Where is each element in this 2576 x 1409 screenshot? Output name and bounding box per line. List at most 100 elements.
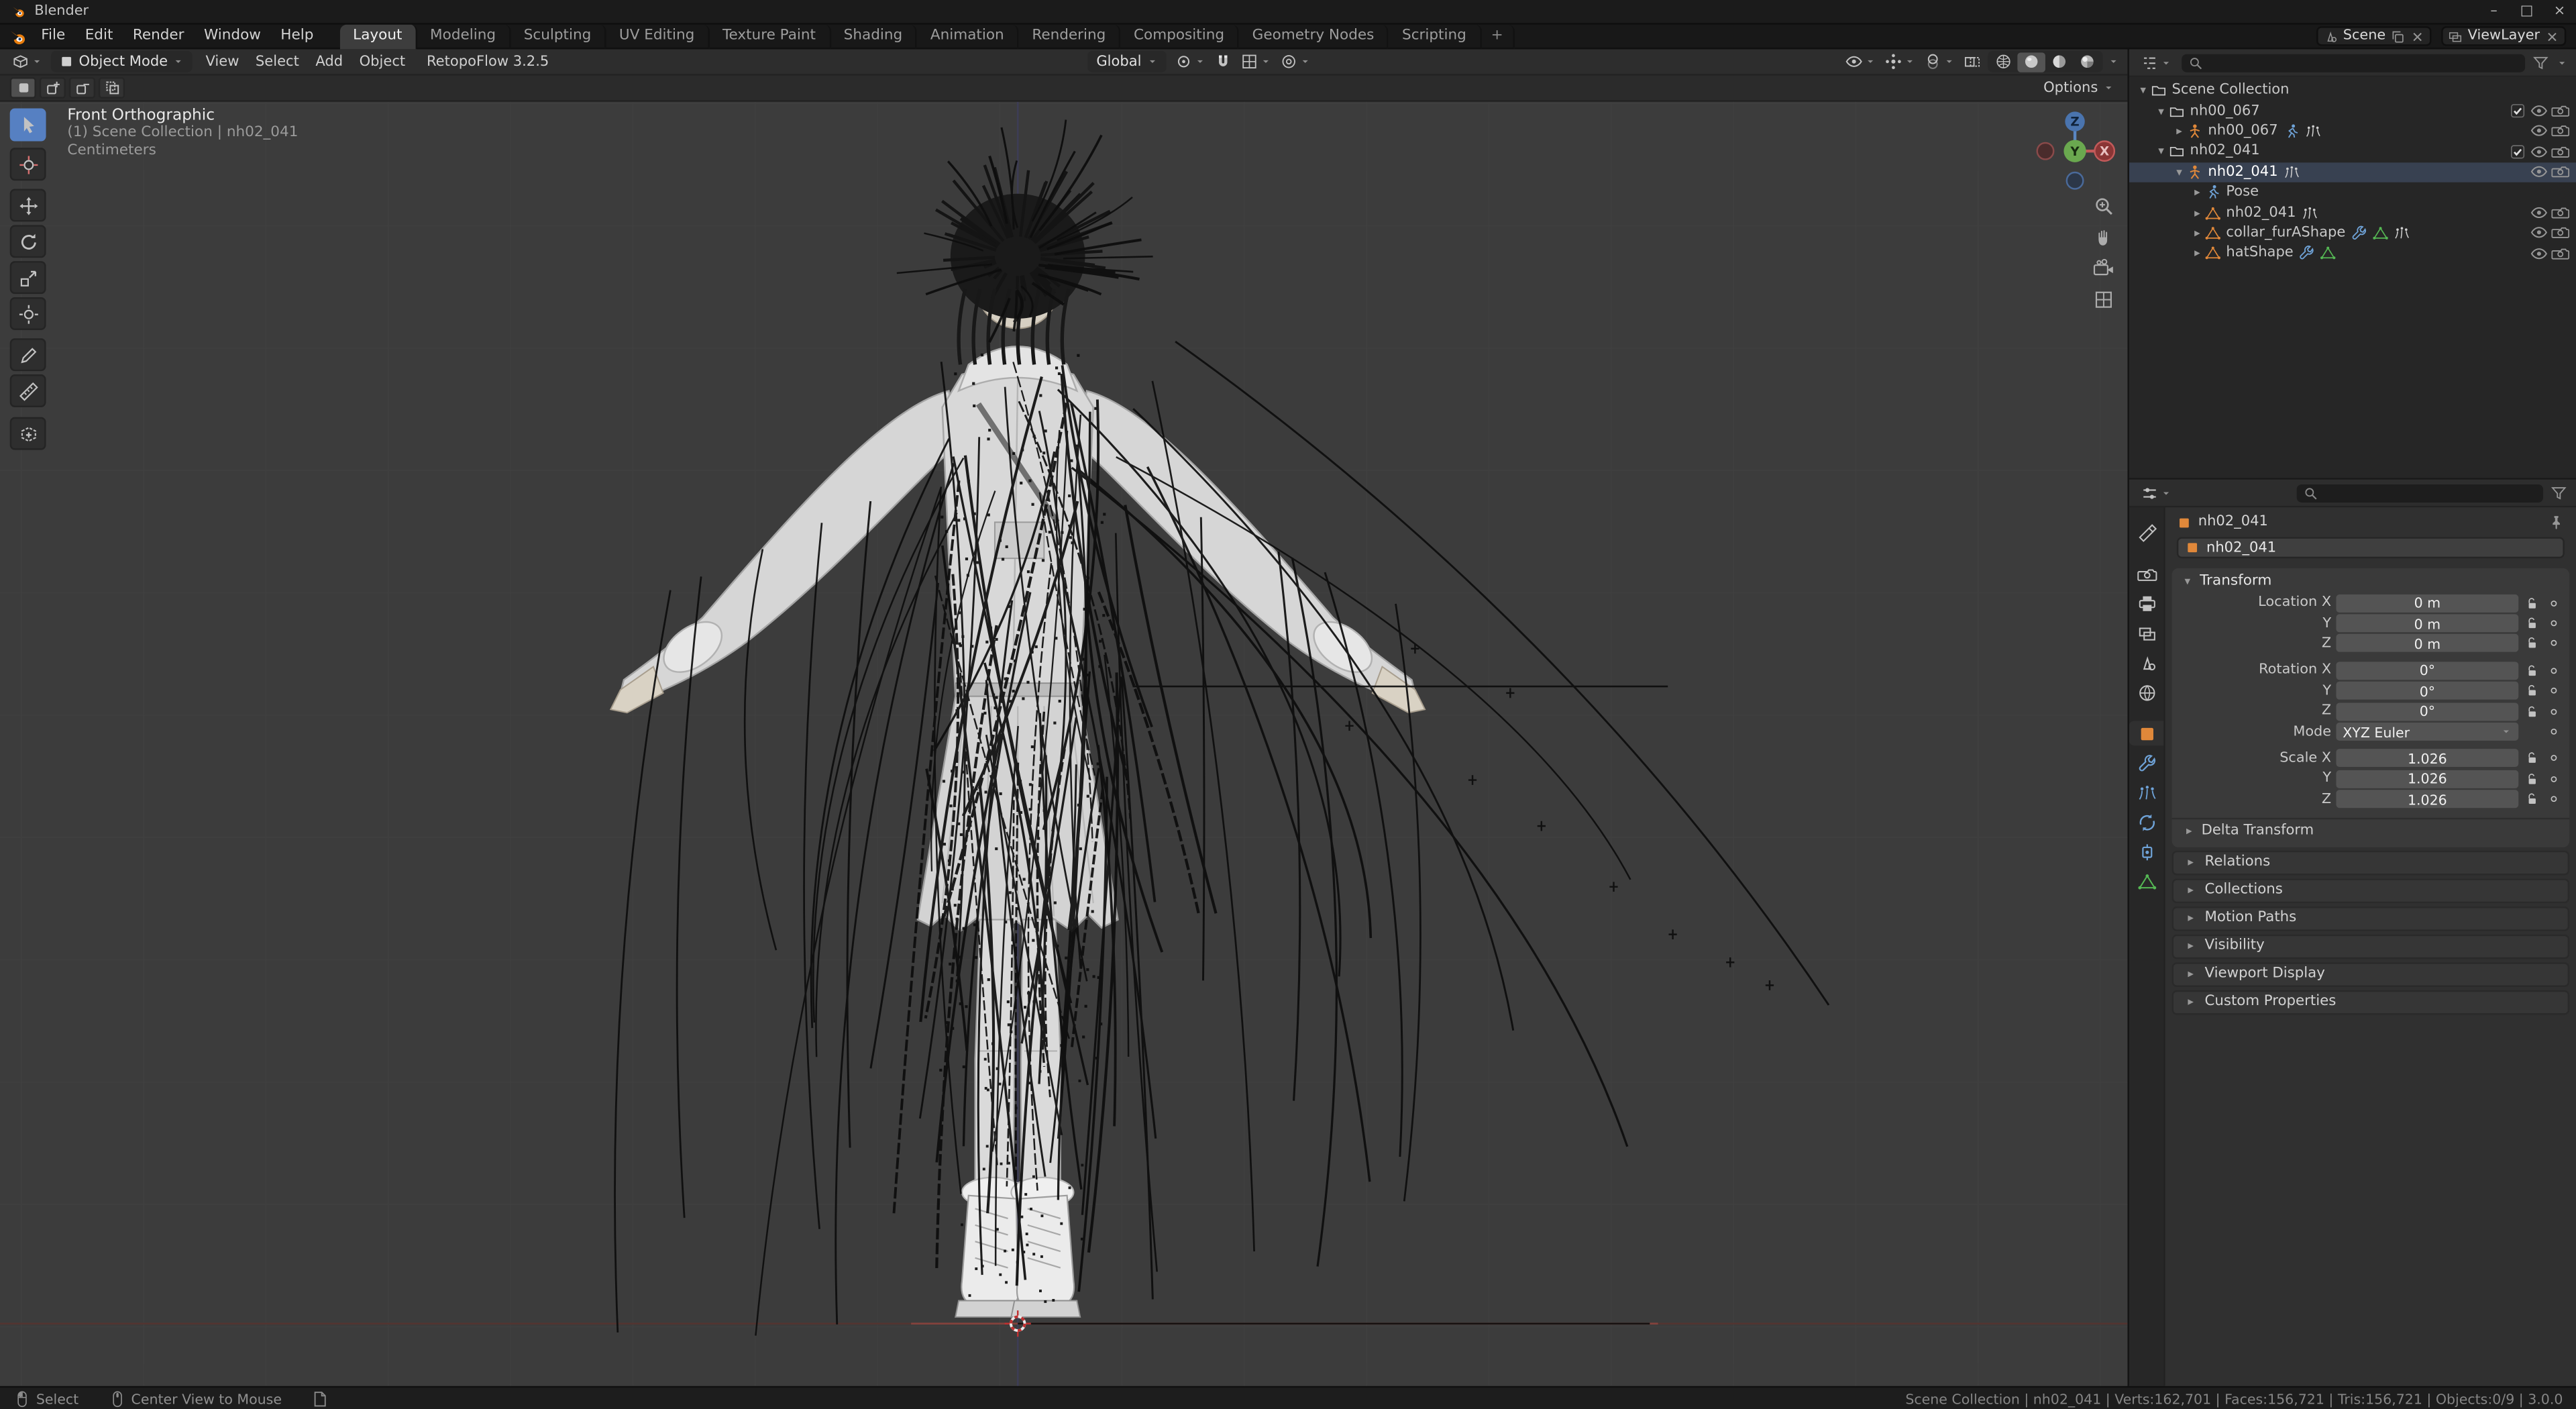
outliner-row[interactable]: ▸Pose — [2129, 182, 2576, 203]
overlays-toggle[interactable] — [1922, 52, 1956, 70]
viewport-menu-object[interactable]: Object — [351, 54, 413, 70]
collapse-icon[interactable]: ▾ — [2172, 166, 2187, 179]
animate-dot-icon[interactable] — [2546, 663, 2561, 678]
viewport-menu-view[interactable]: View — [197, 54, 247, 70]
viewlayer-selector[interactable]: ViewLayer — [2441, 26, 2566, 46]
properties-tab-constraints[interactable] — [2129, 839, 2163, 864]
select-invert-button[interactable] — [99, 77, 125, 99]
collapse-icon[interactable]: ▾ — [2136, 84, 2151, 97]
panel-visibility[interactable]: ▸Visibility — [2172, 934, 2570, 959]
properties-tab-render[interactable] — [2129, 562, 2163, 586]
window-minimize-button[interactable]: – — [2477, 0, 2510, 23]
workspace-tab-rendering[interactable]: Rendering — [1019, 23, 1121, 48]
transform-panel-header[interactable]: ▾ Transform — [2172, 568, 2570, 593]
navigation-gizmo[interactable]: ZXY — [2029, 105, 2121, 197]
eye-icon[interactable] — [2530, 122, 2548, 140]
outliner-row[interactable]: ▾Scene Collection — [2129, 81, 2576, 101]
chevron-down-icon[interactable] — [2557, 56, 2568, 68]
workspace-tab-scripting[interactable]: Scripting — [1389, 23, 1481, 48]
eye-icon[interactable] — [2530, 143, 2548, 161]
outliner-row[interactable]: ▸hatShape — [2129, 244, 2576, 264]
shading-wireframe-button[interactable] — [1990, 52, 2018, 71]
properties-search-input[interactable] — [2297, 484, 2543, 502]
lock-open-icon[interactable] — [2524, 772, 2539, 786]
snap-target-button[interactable] — [1238, 52, 1273, 70]
editor-type-button[interactable] — [2137, 54, 2175, 72]
panel-viewport-display[interactable]: ▸Viewport Display — [2172, 962, 2570, 987]
lock-open-icon[interactable] — [2524, 663, 2539, 678]
panel-motion-paths[interactable]: ▸Motion Paths — [2172, 906, 2570, 931]
camera-icon[interactable] — [2551, 204, 2569, 222]
animate-dot-icon[interactable] — [2546, 596, 2561, 611]
collapse-icon[interactable]: ▾ — [2154, 105, 2169, 118]
menu-file[interactable]: File — [32, 23, 75, 48]
blender-menu-logo-icon[interactable] — [7, 25, 28, 47]
animate-dot-icon[interactable] — [2546, 704, 2561, 719]
animate-dot-icon[interactable] — [2546, 636, 2561, 651]
tool-cursor-button[interactable] — [10, 148, 46, 180]
remove-viewlayer-icon[interactable] — [2544, 29, 2559, 44]
tool-scale-button[interactable] — [10, 261, 46, 294]
nav-zoom-button[interactable] — [2090, 192, 2116, 218]
lock-open-icon[interactable] — [2524, 684, 2539, 698]
menu-window[interactable]: Window — [194, 23, 270, 48]
proportional-editing-button[interactable] — [1278, 52, 1312, 70]
menu-edit[interactable]: Edit — [75, 23, 123, 48]
mode-selector[interactable]: Object Mode — [51, 51, 193, 72]
properties-tab-output[interactable] — [2129, 591, 2163, 616]
value-field[interactable]: 0° — [2336, 662, 2518, 680]
animate-dot-icon[interactable] — [2546, 724, 2561, 739]
nav-pan-button[interactable] — [2090, 223, 2116, 250]
properties-tab-scene[interactable] — [2129, 650, 2163, 675]
lock-open-icon[interactable] — [2524, 636, 2539, 651]
workspace-tab-layout[interactable]: Layout — [340, 23, 417, 48]
camera-icon[interactable] — [2551, 163, 2569, 181]
lock-open-icon[interactable] — [2524, 751, 2539, 766]
chevron-down-icon[interactable] — [2108, 56, 2119, 67]
gizmos-toggle[interactable] — [1883, 52, 1917, 70]
properties-tab-view-layer[interactable] — [2129, 621, 2163, 645]
eye-icon[interactable] — [2530, 163, 2548, 181]
shading-rendered-button[interactable] — [2074, 52, 2102, 71]
camera-icon[interactable] — [2551, 102, 2569, 120]
checkbox-icon[interactable] — [2509, 102, 2527, 120]
new-scene-icon[interactable] — [2391, 29, 2406, 44]
transform-orientation-selector[interactable]: Global — [1088, 51, 1166, 72]
properties-tab-object[interactable] — [2129, 721, 2163, 745]
tool-measure-button[interactable] — [10, 374, 46, 407]
menu-render[interactable]: Render — [123, 23, 194, 48]
tool-add-cube-button[interactable] — [10, 417, 46, 450]
value-field[interactable]: 1.026 — [2336, 749, 2518, 768]
pin-icon[interactable] — [2548, 514, 2564, 530]
camera-icon[interactable] — [2551, 143, 2569, 161]
animate-dot-icon[interactable] — [2546, 684, 2561, 698]
outliner-row[interactable]: ▾nh00_067 — [2129, 101, 2576, 121]
retopoflow-menu[interactable]: RetopoFlow 3.2.5 — [419, 54, 557, 70]
tool-rotate-button[interactable] — [10, 225, 46, 258]
nav-camera-view-button[interactable] — [2090, 254, 2116, 280]
properties-tab-physics[interactable] — [2129, 810, 2163, 835]
visibility-toggle[interactable] — [1843, 52, 1878, 70]
tool-annotate-button[interactable] — [10, 338, 46, 371]
object-name-field[interactable]: nh02_041 — [2177, 537, 2565, 558]
camera-icon[interactable] — [2551, 122, 2569, 140]
scene-selector[interactable]: Scene — [2317, 26, 2432, 46]
panel-collections[interactable]: ▸Collections — [2172, 878, 2570, 903]
workspace-tab-uv-editing[interactable]: UV Editing — [606, 23, 709, 48]
properties-tab-world[interactable] — [2129, 680, 2163, 704]
snap-magnet-button[interactable] — [1212, 52, 1234, 70]
select-extend-button[interactable] — [40, 77, 66, 99]
workspace-tab-texture-paint[interactable]: Texture Paint — [709, 23, 830, 48]
value-field[interactable]: 0 m — [2336, 635, 2518, 653]
viewport-canvas[interactable] — [0, 102, 2127, 1386]
workspace-tab-compositing[interactable]: Compositing — [1120, 23, 1239, 48]
checkbox-icon[interactable] — [2509, 143, 2527, 161]
nav-toggle-ortho-button[interactable] — [2090, 286, 2116, 312]
lock-open-icon[interactable] — [2524, 792, 2539, 806]
expand-icon[interactable]: ▸ — [2190, 247, 2204, 260]
editor-type-button[interactable] — [8, 52, 46, 70]
lock-open-icon[interactable] — [2524, 596, 2539, 611]
eye-icon[interactable] — [2530, 224, 2548, 242]
tool-transform-button[interactable] — [10, 297, 46, 330]
outliner-row[interactable]: ▸nh00_067 — [2129, 121, 2576, 142]
